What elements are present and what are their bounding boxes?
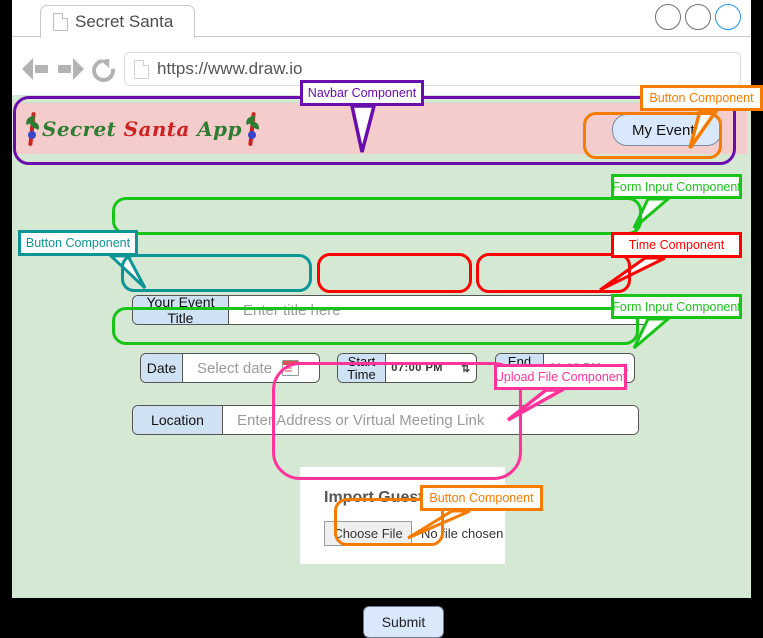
holly-decoration-icon <box>244 111 261 147</box>
event-title-row: Your Event Title Enter title here <box>132 295 655 325</box>
window-controls <box>655 4 741 30</box>
page-icon <box>53 13 68 31</box>
location-label: Location <box>133 406 223 434</box>
reload-icon[interactable] <box>90 57 114 81</box>
file-status-text: No file chosen <box>421 526 504 541</box>
logo-text: Secret Santa App <box>42 117 242 141</box>
logo-word-app: App <box>197 116 242 141</box>
maximize-button[interactable] <box>685 4 711 30</box>
tab-title: Secret Santa <box>75 12 174 31</box>
calendar-icon[interactable] <box>282 360 300 376</box>
date-row: Date Select date <box>140 353 320 383</box>
navbar-component: Secret Santa App My Events <box>14 102 747 154</box>
minimize-button[interactable] <box>655 4 681 30</box>
annotation-label-upload: Upload File Component <box>494 364 627 390</box>
url-text: https://www.draw.io <box>157 59 303 78</box>
event-title-field[interactable]: Your Event Title Enter title here <box>132 295 655 325</box>
browser-tab-secret-santa[interactable]: Secret Santa <box>40 5 195 38</box>
app-logo[interactable]: Secret Santa App <box>24 109 261 149</box>
my-events-button[interactable]: My Events <box>612 114 722 146</box>
file-upload-row: Choose File No file chosen <box>324 521 505 546</box>
page-icon <box>134 59 149 79</box>
forward-arrow-icon[interactable] <box>58 58 84 80</box>
date-field[interactable]: Date Select date <box>140 353 320 383</box>
annotation-label-location: Form Input Component <box>611 294 742 319</box>
import-guest-list-card: Import Guest List Choose File No file ch… <box>300 467 505 564</box>
start-time-field[interactable]: Start Time 07:00 PM ⇅ <box>337 353 477 383</box>
date-placeholder: Select date <box>197 359 273 377</box>
location-field[interactable]: Location Enter Address or Virtual Meetin… <box>132 405 639 435</box>
date-input[interactable]: Select date <box>183 354 319 382</box>
address-bar[interactable]: https://www.draw.io <box>124 52 741 86</box>
choose-file-button[interactable]: Choose File <box>324 521 412 546</box>
start-time-spinner-icon[interactable]: ⇅ <box>461 362 471 375</box>
event-title-label: Your Event Title <box>133 296 229 324</box>
logo-word-secret: Secret <box>42 116 117 141</box>
location-input[interactable]: Enter Address or Virtual Meeting Link <box>223 406 638 434</box>
annotation-label-navbar: Navbar Component <box>300 80 424 106</box>
logo-word-santa: Santa <box>123 116 190 141</box>
holly-decoration-icon <box>24 111 41 147</box>
annotation-label-title-input: Form Input Component <box>611 174 742 199</box>
date-label: Date <box>141 354 183 382</box>
location-row: Location Enter Address or Virtual Meetin… <box>132 405 639 435</box>
annotation-label-submit: Button Component <box>420 485 543 511</box>
annotation-label-time: Time Component <box>611 232 742 258</box>
start-time-row: Start Time 07:00 PM ⇅ <box>337 353 477 383</box>
start-time-label: Start Time <box>338 354 386 382</box>
close-button[interactable] <box>715 4 741 30</box>
back-arrow-icon[interactable] <box>22 58 48 80</box>
annotation-label-date: Button Component <box>18 230 138 256</box>
annotation-label-my-events: Button Component <box>640 85 763 111</box>
start-time-value: 07:00 PM <box>391 362 443 374</box>
event-title-input[interactable]: Enter title here <box>229 296 654 324</box>
start-time-value-wrap[interactable]: 07:00 PM ⇅ <box>386 362 476 375</box>
page-content: Secret Santa App My Events Your Event Ti… <box>12 95 751 638</box>
